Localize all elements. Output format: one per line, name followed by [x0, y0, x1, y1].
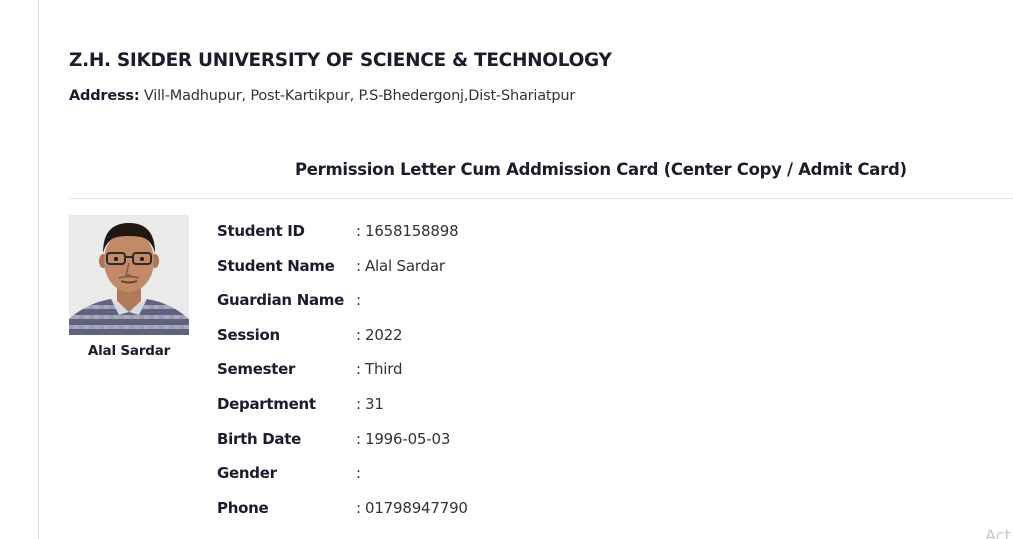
left-border-line [38, 0, 39, 539]
info-row: Gender: [217, 464, 617, 486]
info-value: 1996-05-03 [365, 430, 451, 448]
info-label: Phone [217, 499, 269, 517]
info-row: Guardian Name: [217, 291, 617, 313]
info-colon: : [356, 291, 362, 309]
info-colon: : [356, 395, 362, 413]
info-row: Session:2022 [217, 326, 617, 348]
card-title: Permission Letter Cum Addmission Card (C… [295, 160, 907, 179]
activation-watermark: Act [985, 526, 1011, 539]
address-label: Address: [69, 88, 140, 104]
info-row: Semester: Third [217, 360, 617, 382]
student-photo-caption: Alal Sardar [87, 343, 171, 359]
info-row: Birth Date:1996-05-03 [217, 430, 617, 452]
address-line: Address: Vill-Madhupur, Post-Kartikpur, … [69, 88, 575, 104]
address-value: Vill-Madhupur, Post-Kartikpur, P.S-Bhede… [143, 88, 576, 104]
info-row: Phone:01798947790 [217, 499, 617, 521]
info-label: Department [217, 395, 316, 413]
student-photo [69, 215, 189, 335]
info-row: Student ID:1658158898 [217, 222, 617, 244]
info-colon: : [356, 222, 362, 240]
info-label: Student Name [217, 257, 335, 275]
info-label: Semester [217, 360, 296, 378]
info-colon: : [356, 430, 362, 448]
info-label: Guardian Name [217, 291, 344, 309]
info-colon: : [356, 326, 362, 344]
info-value: 1658158898 [365, 222, 459, 240]
info-value: Alal Sardar [365, 257, 445, 275]
info-colon: : [356, 257, 362, 275]
info-value: 2022 [365, 326, 403, 344]
info-row: Student Name: Alal Sardar [217, 257, 617, 279]
info-label: Gender [217, 464, 277, 482]
info-label: Student ID [217, 222, 305, 240]
info-row: Department:31 [217, 395, 617, 417]
info-value: Third [365, 360, 403, 378]
admit-card-page: Z.H. SIKDER UNIVERSITY OF SCIENCE & TECH… [0, 0, 1013, 539]
student-portrait-image [69, 215, 189, 335]
info-colon: : [356, 360, 362, 378]
info-label: Session [217, 326, 280, 344]
info-colon: : [356, 464, 362, 482]
info-value: 31 [365, 395, 384, 413]
info-label: Birth Date [217, 430, 301, 448]
info-value: 01798947790 [365, 499, 468, 517]
divider [69, 198, 1013, 199]
info-colon: : [356, 499, 362, 517]
university-name: Z.H. SIKDER UNIVERSITY OF SCIENCE & TECH… [69, 50, 612, 71]
